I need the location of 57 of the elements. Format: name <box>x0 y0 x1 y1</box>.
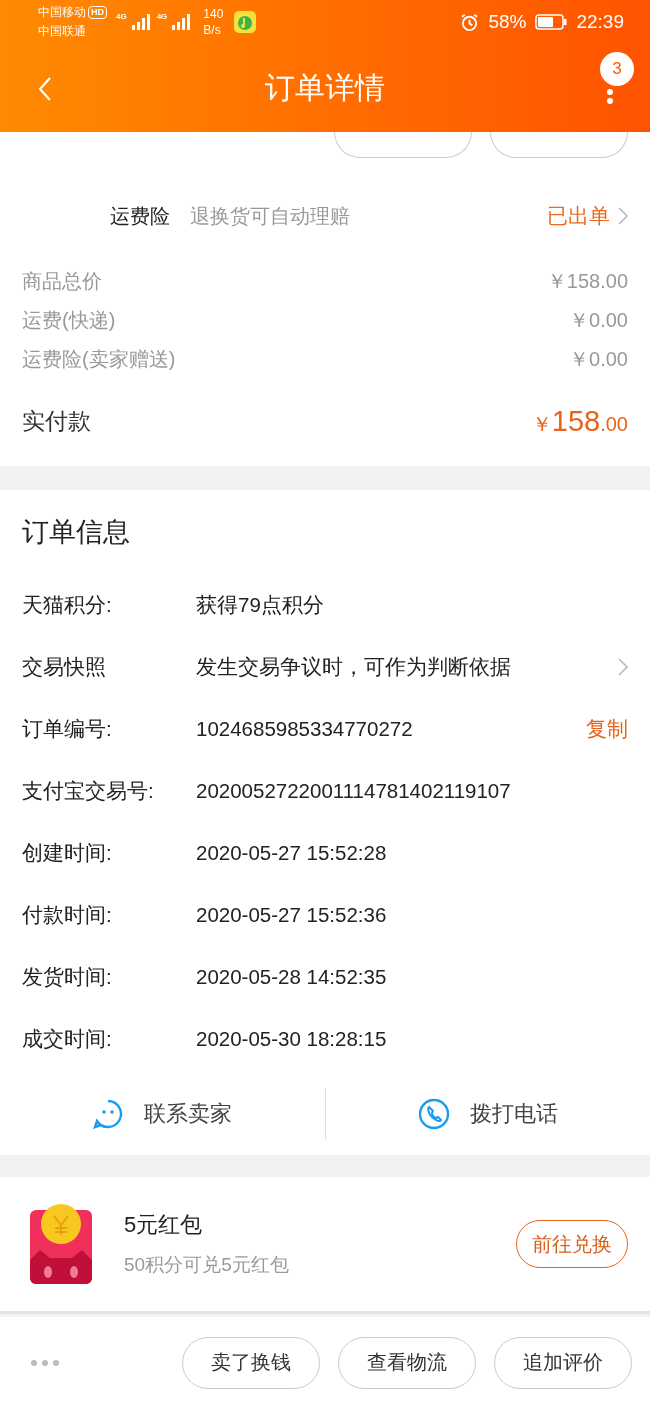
info-value: 2020052722001114781402119107 <box>196 779 512 803</box>
section-title: 订单信息 <box>22 516 131 549</box>
insurance-description: 退换货可自动理赔 <box>190 203 350 229</box>
info-label: 天猫积分: <box>22 592 113 618</box>
smiley-chat-icon <box>92 1098 125 1130</box>
info-label: 交易快照 <box>22 654 107 680</box>
info-label: 创建时间: <box>22 840 113 866</box>
chevron-icon[interactable] <box>618 658 628 676</box>
network-type: 4G <box>116 12 127 21</box>
action-button[interactable]: 卖了换钱 <box>182 1336 320 1389</box>
info-label: 订单编号: <box>22 716 113 742</box>
info-value: 2020-05-27 15:52:28 <box>196 841 388 865</box>
action-button[interactable]: 追加评价 <box>494 1336 632 1389</box>
network-type: 4G <box>156 12 168 21</box>
promo-title: 5元红包 <box>124 1211 204 1239</box>
envelope-icon <box>30 1204 92 1284</box>
paid-amount: ￥158.00 <box>531 405 628 438</box>
insurance-name: 运费险 <box>110 203 170 229</box>
battery-percent: 58% <box>488 11 527 33</box>
music-app-icon <box>234 11 257 33</box>
phone-icon <box>417 1098 450 1130</box>
chevron-icon <box>618 207 628 225</box>
price-label: 运费险(卖家赠送) <box>22 347 176 372</box>
price-label: 商品总价 <box>22 269 102 294</box>
price-label: 运费(快递) <box>22 308 116 333</box>
info-label: 成交时间: <box>22 1026 113 1052</box>
contact-button[interactable]: 联系卖家 <box>0 1088 325 1140</box>
info-value: 2020-05-27 15:52:36 <box>196 903 388 927</box>
carrier-name: 中国移动 <box>38 4 86 21</box>
contact-button[interactable]: 拨打电话 <box>324 1088 650 1140</box>
info-label: 发货时间: <box>22 964 113 990</box>
price-value: ￥158.00 <box>546 269 628 294</box>
info-value: 发生交易争议时，可作为判断依据 <box>196 654 512 680</box>
info-value: 1024685985334770272 <box>196 717 414 741</box>
info-value: 获得79点积分 <box>196 592 325 618</box>
info-label: 付款时间: <box>22 902 113 928</box>
carrier-name: 中国联通 <box>38 23 87 40</box>
paid-label: 实付款 <box>22 407 91 436</box>
info-value: 2020-05-28 14:52:35 <box>196 965 388 989</box>
network-speed: 140 <box>203 6 224 22</box>
info-value: 2020-05-30 18:28:15 <box>196 1027 388 1051</box>
notification-badge: 3 <box>600 52 634 86</box>
signal-icon <box>131 14 152 30</box>
redeem-button[interactable]: 前往兑换 <box>516 1220 628 1268</box>
speed-unit: B/s <box>203 22 222 38</box>
signal-icon <box>172 14 193 30</box>
promo-subtitle: 50积分可兑5元红包 <box>124 1253 290 1277</box>
page-title: 订单详情 <box>265 69 385 106</box>
price-value: ￥0.00 <box>569 308 628 333</box>
price-value: ￥0.00 <box>569 347 628 372</box>
battery-icon <box>535 14 568 30</box>
alarm-icon <box>460 12 480 32</box>
info-label: 支付宝交易号: <box>22 778 155 804</box>
more-dots-icon[interactable] <box>30 1358 60 1367</box>
action-button[interactable]: 查看物流 <box>338 1336 476 1389</box>
hd-badge: HD <box>88 6 107 19</box>
clock: 22:39 <box>576 11 624 33</box>
